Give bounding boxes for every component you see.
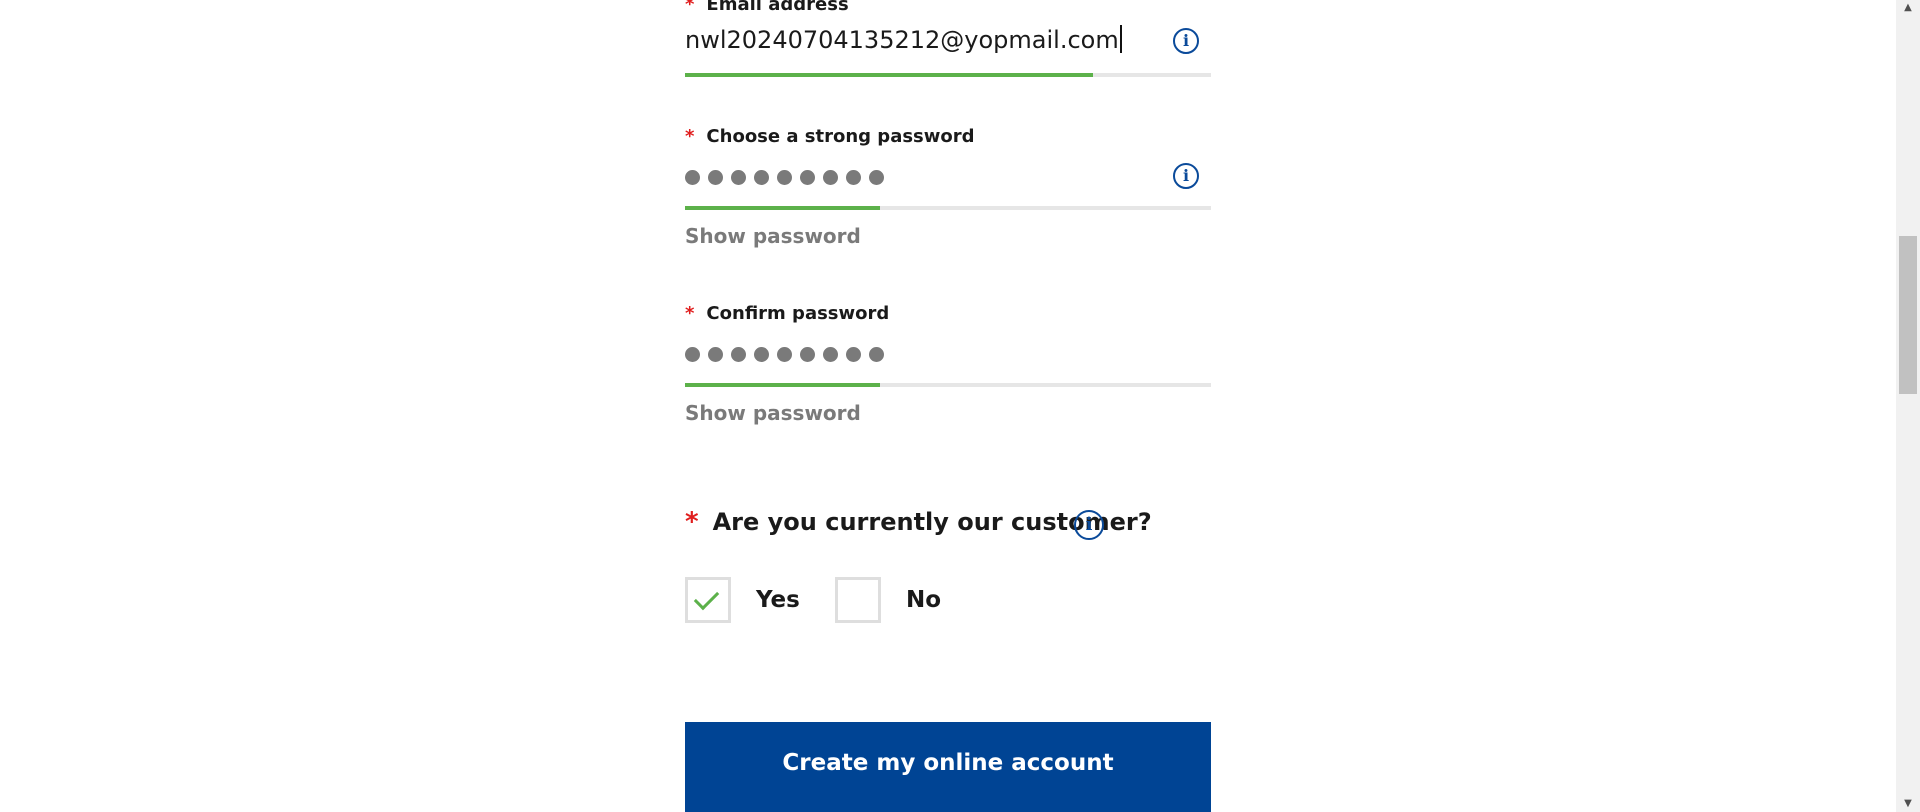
password-mask-dot (869, 347, 884, 362)
info-icon[interactable]: i (1173, 163, 1199, 189)
password-input[interactable] (685, 170, 884, 185)
yes-label: Yes (756, 587, 800, 613)
required-mark: * (685, 507, 699, 537)
yes-checkbox[interactable] (685, 577, 731, 623)
page: * Email address nwl20240704135212@yopmail… (0, 0, 1920, 812)
required-mark: * (685, 126, 695, 147)
password-mask-dot (823, 170, 838, 185)
create-account-button[interactable]: Create my online account (685, 722, 1211, 812)
password-mask-dot (708, 170, 723, 185)
required-mark: * (685, 303, 695, 324)
show-confirm-password-button[interactable]: Show password (685, 401, 861, 425)
password-mask-dot (846, 170, 861, 185)
confirm-password-strength-bar (685, 383, 1211, 387)
email-strength-fill (685, 73, 1094, 77)
password-mask-dot (731, 170, 746, 185)
info-icon[interactable]: i (1173, 28, 1199, 54)
no-checkbox[interactable] (835, 577, 881, 623)
email-label: * Email address (685, 0, 849, 15)
password-mask-dot (777, 347, 792, 362)
password-mask-dot (685, 347, 700, 362)
password-label: * Choose a strong password (685, 126, 975, 147)
customer-yes-option[interactable]: Yes (685, 577, 800, 623)
password-mask-dot (708, 347, 723, 362)
confirm-password-label: * Confirm password (685, 303, 890, 324)
info-icon[interactable]: i (1074, 510, 1104, 540)
password-mask-dot (823, 347, 838, 362)
email-strength-bar (685, 73, 1211, 77)
password-mask-dot (777, 170, 792, 185)
confirm-password-input[interactable] (685, 347, 884, 362)
password-mask-dot (754, 170, 769, 185)
password-mask-dot (685, 170, 700, 185)
email-input[interactable]: nwl20240704135212@yopmail.com (685, 25, 1122, 54)
password-mask-dot (731, 347, 746, 362)
confirm-password-strength-fill (685, 383, 880, 387)
scroll-thumb[interactable] (1899, 236, 1917, 394)
customer-no-option[interactable]: No (835, 577, 941, 623)
password-strength-bar (685, 206, 1211, 210)
password-mask-dot (869, 170, 884, 185)
text-caret (1119, 25, 1122, 53)
no-label: No (906, 587, 942, 613)
password-mask-dot (754, 347, 769, 362)
password-strength-fill (685, 206, 880, 210)
required-mark: * (685, 0, 695, 15)
scroll-down-arrow-icon[interactable]: ▼ (1896, 796, 1920, 812)
password-mask-dot (846, 347, 861, 362)
check-icon (693, 584, 720, 611)
page-scrollbar[interactable]: ▲ ▼ (1896, 0, 1920, 812)
show-password-button[interactable]: Show password (685, 224, 861, 248)
password-mask-dot (800, 170, 815, 185)
scroll-up-arrow-icon[interactable]: ▲ (1896, 0, 1920, 16)
password-mask-dot (800, 347, 815, 362)
